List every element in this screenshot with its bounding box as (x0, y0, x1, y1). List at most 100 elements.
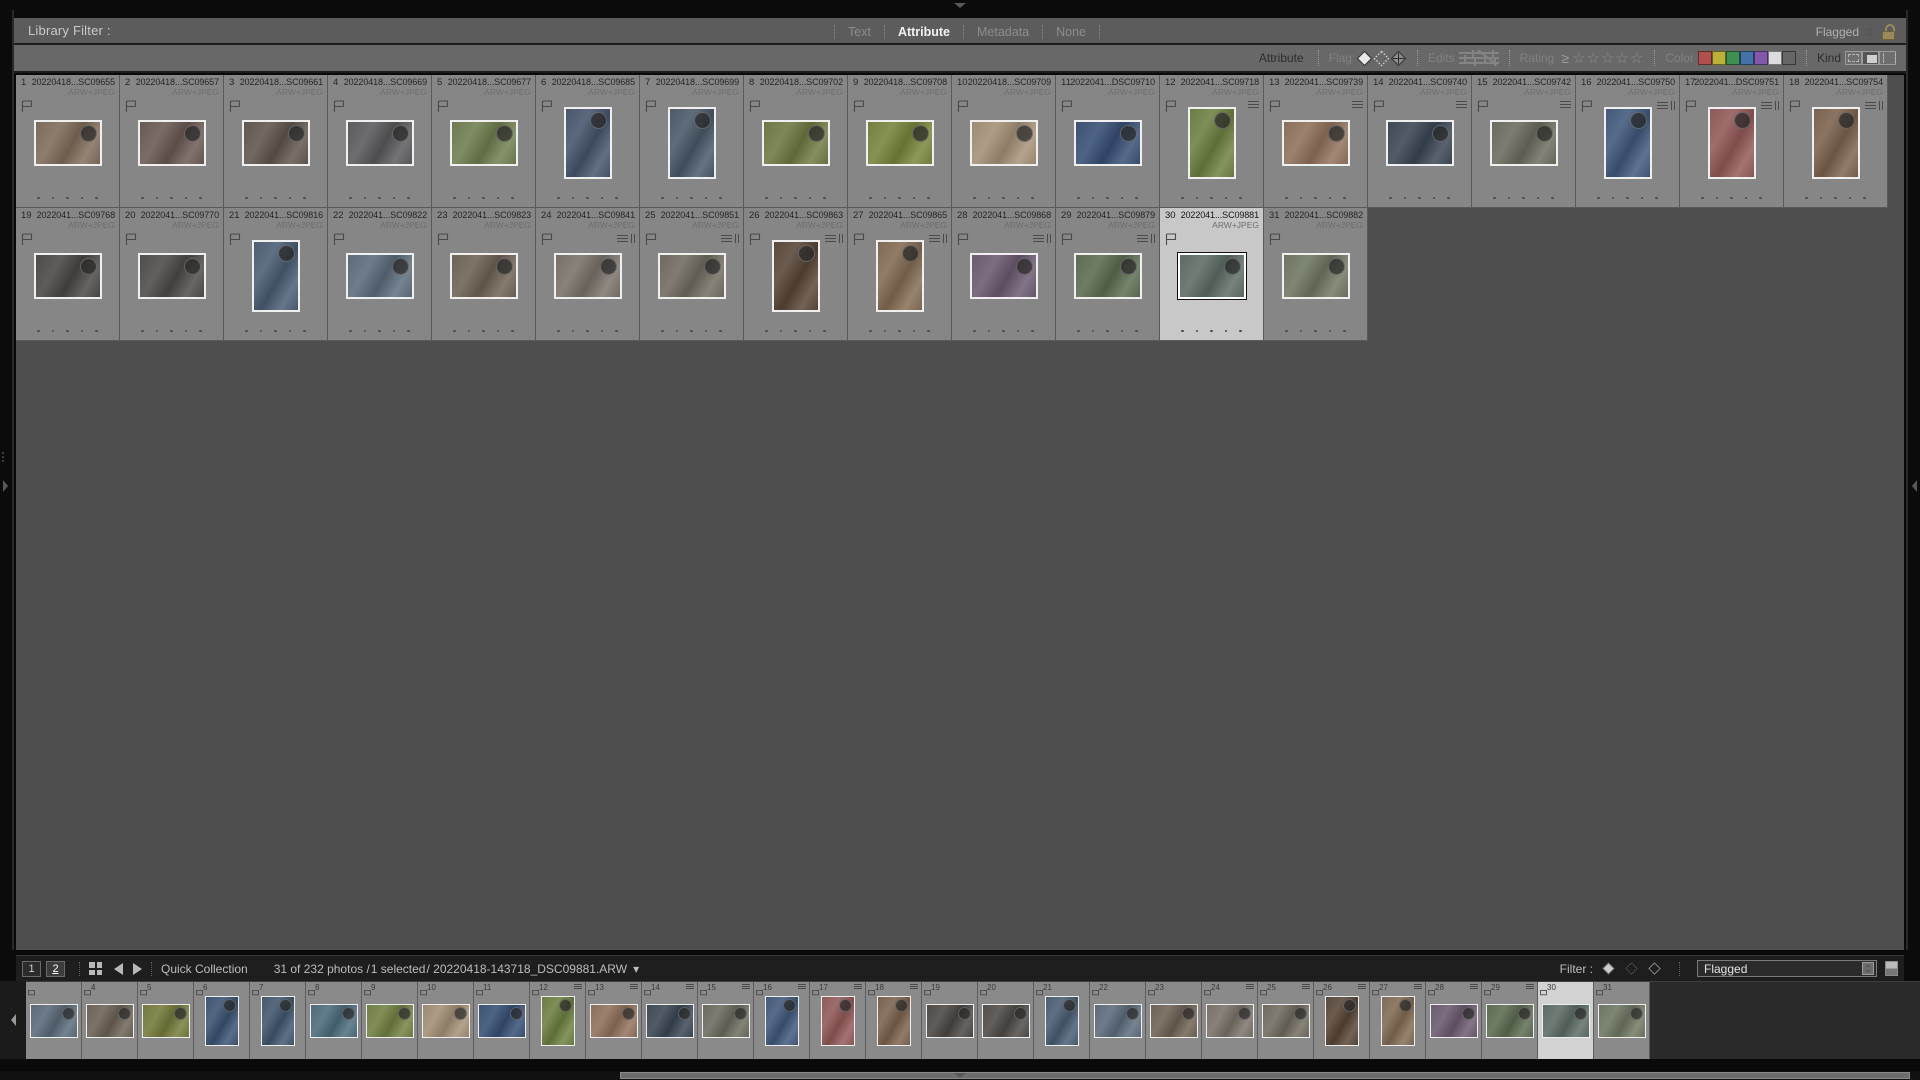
filmstrip-cell[interactable]: 22 (1090, 982, 1146, 1059)
rating-dots[interactable] (16, 189, 119, 207)
flag-unflagged-icon[interactable] (812, 984, 819, 996)
flag-unflagged-icon[interactable] (1204, 984, 1211, 996)
photo-thumbnail[interactable] (345, 120, 414, 166)
filmstrip-cell[interactable]: 19 (922, 982, 978, 1059)
develop-settings-icon[interactable] (742, 984, 750, 989)
photo-thumbnail[interactable] (1281, 120, 1350, 166)
filmstrip-thumbnail[interactable] (1149, 1003, 1198, 1038)
develop-settings-icon[interactable] (854, 984, 862, 989)
grid-cell[interactable]: 23 2022041...SC09823 ARW+JPEG (432, 208, 536, 341)
rating-dots[interactable] (1160, 322, 1263, 340)
filmstrip-cell[interactable]: 21 (1034, 982, 1090, 1059)
rating-dots[interactable] (1264, 322, 1367, 340)
rating-dots[interactable] (120, 322, 223, 340)
previous-photo-icon[interactable] (114, 962, 123, 975)
unedited-icon[interactable] (1478, 50, 1499, 66)
flag-unflagged-icon[interactable] (308, 984, 315, 996)
grid-view-icon[interactable] (89, 962, 102, 975)
flag-unflagged-icon[interactable] (868, 984, 875, 996)
filmstrip-cell[interactable] (26, 982, 82, 1059)
filmstrip-cell[interactable]: 20 (978, 982, 1034, 1059)
status-dropdown-caret[interactable]: ▾ (633, 962, 639, 976)
photo-thumbnail[interactable] (563, 107, 612, 179)
rating-dots[interactable] (328, 189, 431, 207)
filmstrip-cell[interactable]: 31 (1594, 982, 1650, 1059)
photo-thumbnail[interactable] (345, 253, 414, 299)
filmstrip-track[interactable]: 4 5 6 7 8 9 10 11 12 13 14 15 16 17 18 19 20 21 22 23 24 25 26… (26, 981, 1920, 1059)
right-panel-expand-icon[interactable] (1912, 480, 1917, 492)
color-swatch-custom[interactable] (1781, 51, 1796, 65)
grid-cell[interactable]: 4 20220418...SC09669 ARW+JPEG (328, 75, 432, 208)
grid-cell[interactable]: 25 2022041...SC09851 ARW+JPEG (640, 208, 744, 341)
flag-rejected-icon[interactable] (1647, 961, 1662, 976)
filmstrip-cell[interactable]: 23 (1146, 982, 1202, 1059)
filmstrip-thumbnail[interactable] (1324, 995, 1359, 1046)
filmstrip-thumbnail[interactable] (540, 995, 575, 1046)
filmstrip-thumbnail[interactable] (1044, 995, 1079, 1046)
grid-cell[interactable]: 14 2022041...SC09740 ARW+JPEG (1368, 75, 1472, 208)
filmstrip-cell[interactable]: 13 (586, 982, 642, 1059)
photo-thumbnail[interactable] (865, 120, 934, 166)
grid-cell[interactable]: 11 2022041...DSC09710 ARW+JPEG (1056, 75, 1160, 208)
rating-dots[interactable] (1784, 189, 1887, 207)
photo-thumbnail[interactable] (1603, 107, 1652, 179)
left-panel-handle[interactable] (0, 10, 12, 950)
right-panel-handle[interactable] (1908, 10, 1920, 950)
flag-unflagged-icon[interactable] (1596, 984, 1603, 996)
filmstrip-cell[interactable]: 7 (250, 982, 306, 1059)
rating-dots[interactable] (120, 189, 223, 207)
photo-thumbnail[interactable] (969, 120, 1038, 166)
photo-thumbnail[interactable] (1281, 253, 1350, 299)
filmstrip-thumbnail[interactable] (645, 1003, 694, 1038)
color-swatch-red[interactable] (1697, 51, 1712, 65)
grid-cell[interactable]: 20 2022041...SC09770 ARW+JPEG (120, 208, 224, 341)
photo-thumbnail[interactable] (969, 253, 1038, 299)
filmstrip-thumbnail[interactable] (1093, 1003, 1142, 1038)
photo-thumbnail[interactable] (137, 253, 206, 299)
grid-cell[interactable]: 6 20220418...SC09685 ARW+JPEG (536, 75, 640, 208)
flag-unflagged-icon[interactable] (1373, 50, 1390, 67)
filmstrip-thumbnail[interactable] (204, 995, 239, 1046)
photo-thumbnail[interactable] (1177, 253, 1246, 299)
flag-unflagged-icon[interactable] (1428, 984, 1435, 996)
rating-dots[interactable] (224, 189, 327, 207)
filmstrip-cell[interactable]: 9 (362, 982, 418, 1059)
grid-cell[interactable]: 2 20220418...SC09657 ARW+JPEG (120, 75, 224, 208)
grid-cell[interactable]: 16 2022041...SC09750 ARW+JPEG (1576, 75, 1680, 208)
filter-preset-spinner[interactable] (1866, 26, 1874, 37)
filmstrip-thumbnail[interactable] (260, 995, 295, 1046)
filmstrip-cell[interactable]: 29 (1482, 982, 1538, 1059)
filmstrip-thumbnail[interactable] (1597, 1003, 1646, 1038)
photo-thumbnail[interactable] (449, 253, 518, 299)
photo-thumbnail[interactable] (553, 253, 622, 299)
grid-cell[interactable]: 9 20220418...SC09708 ARW+JPEG (848, 75, 952, 208)
filmstrip-cell[interactable]: 18 (866, 982, 922, 1059)
bottom-panel-collapse-icon[interactable] (954, 1073, 966, 1078)
next-photo-icon[interactable] (133, 962, 142, 975)
flag-unflagged-icon[interactable] (196, 984, 203, 996)
rating-dots[interactable] (640, 189, 743, 207)
flag-unflagged-icon[interactable] (532, 984, 539, 996)
grid-cell[interactable]: 10 20220418...SC09709 ARW+JPEG (952, 75, 1056, 208)
tab-attribute[interactable]: Attribute (885, 25, 963, 39)
photo-thumbnail[interactable] (33, 120, 102, 166)
flag-unflagged-icon[interactable] (420, 984, 427, 996)
quick-collection-label[interactable]: Quick Collection (161, 962, 248, 976)
filmstrip-cell[interactable]: 8 (306, 982, 362, 1059)
rating-dots[interactable] (536, 189, 639, 207)
video-icon[interactable] (1879, 51, 1896, 65)
rating-star-1[interactable]: ☆ (1572, 51, 1586, 66)
rating-dots[interactable] (1160, 189, 1263, 207)
develop-settings-icon[interactable] (574, 984, 582, 989)
flag-unflagged-icon[interactable] (476, 984, 483, 996)
top-panel-collapse-icon[interactable] (954, 3, 966, 8)
filmstrip-cell[interactable]: 28 (1426, 982, 1482, 1059)
filter-enable-toggle[interactable] (1885, 961, 1898, 976)
flag-unflagged-icon[interactable] (1484, 984, 1491, 996)
photo-thumbnail[interactable] (33, 253, 102, 299)
rating-dots[interactable] (224, 322, 327, 340)
grid-cell[interactable]: 8 20220418...SC09702 ARW+JPEG (744, 75, 848, 208)
flag-rejected-icon[interactable] (1390, 50, 1407, 67)
grid-cell[interactable]: 22 2022041...SC09822 ARW+JPEG (328, 208, 432, 341)
rating-dots[interactable] (952, 322, 1055, 340)
